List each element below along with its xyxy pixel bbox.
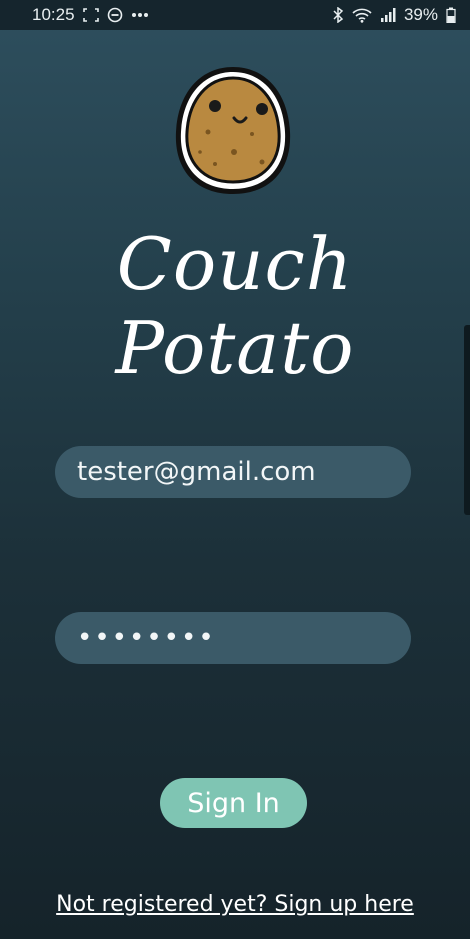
do-not-disturb-icon xyxy=(107,7,123,23)
app-title: Couch Potato xyxy=(115,222,355,390)
sign-up-link[interactable]: Not registered yet? Sign up here xyxy=(0,892,470,917)
status-bar-left: 10:25 xyxy=(32,5,149,25)
more-icon xyxy=(131,11,149,19)
battery-percent: 39% xyxy=(403,5,438,24)
potato-logo-icon xyxy=(170,62,296,200)
email-field[interactable] xyxy=(55,446,411,498)
bluetooth-icon xyxy=(332,7,344,23)
battery-icon xyxy=(446,7,456,23)
signal-icon xyxy=(380,7,396,23)
status-bar-right: 39% xyxy=(332,5,456,25)
sign-in-button[interactable]: Sign In xyxy=(160,778,307,828)
clock: 10:25 xyxy=(32,5,75,24)
wifi-icon xyxy=(352,7,372,23)
password-field[interactable] xyxy=(55,612,411,664)
status-bar: 10:25 39% xyxy=(0,0,470,30)
screenshot-icon xyxy=(82,8,99,22)
edge-panel-handle[interactable] xyxy=(464,325,470,515)
